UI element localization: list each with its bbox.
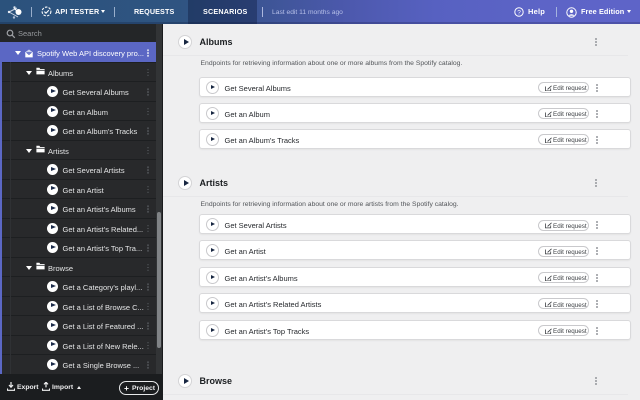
svg-text:?: ? <box>517 9 521 16</box>
